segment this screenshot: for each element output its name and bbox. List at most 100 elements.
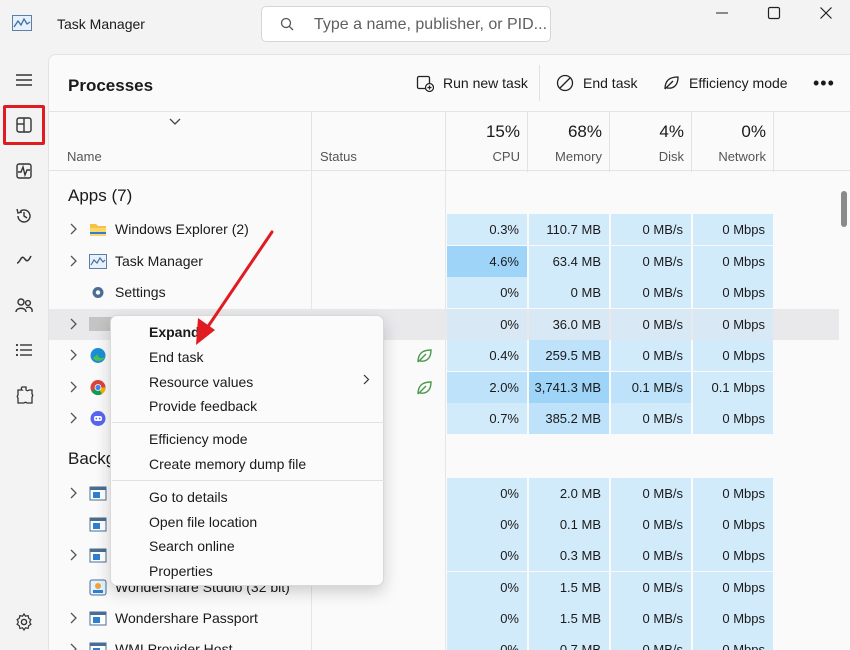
settings-icon bbox=[16, 612, 32, 632]
menu-item-properties[interactable]: Properties bbox=[149, 563, 213, 579]
memory-cell: 63.4 MB bbox=[529, 246, 609, 277]
menu-icon bbox=[16, 74, 32, 86]
table-row[interactable]: Windows Explorer (2) 0.3% 110.7 MB 0 MB/… bbox=[49, 214, 839, 245]
chevron-right-icon[interactable] bbox=[70, 412, 78, 424]
task-manager-icon bbox=[89, 254, 107, 269]
end-task-label: End task bbox=[583, 75, 638, 91]
chevron-right-icon[interactable] bbox=[70, 318, 78, 330]
gear-icon bbox=[92, 287, 104, 298]
processes-icon bbox=[16, 117, 32, 133]
column-header-disk[interactable]: Disk bbox=[611, 149, 684, 164]
discord-icon bbox=[90, 411, 106, 426]
window-icon bbox=[89, 611, 107, 626]
search-icon bbox=[280, 17, 294, 31]
table-row[interactable]: Settings 0% 0 MB 0 MB/s 0 Mbps bbox=[49, 277, 839, 308]
minimize-button[interactable] bbox=[702, 2, 742, 24]
disk-cell: 0.1 MB/s bbox=[611, 372, 691, 403]
sidebar-item-settings[interactable] bbox=[3, 602, 45, 642]
more-options-button[interactable]: ••• bbox=[813, 73, 835, 94]
sidebar-item-services[interactable] bbox=[3, 375, 45, 415]
details-icon bbox=[15, 343, 32, 357]
menu-item-end-task[interactable]: End task bbox=[149, 349, 203, 365]
disk-cell: 0 MB/s bbox=[611, 572, 691, 603]
menu-item-resource-values[interactable]: Resource values bbox=[149, 374, 253, 390]
maximize-button[interactable] bbox=[754, 2, 794, 24]
table-row[interactable]: Task Manager 4.6% 63.4 MB 0 MB/s 0 Mbps bbox=[49, 246, 839, 277]
network-cell: 0 Mbps bbox=[693, 214, 773, 245]
page-title: Processes bbox=[68, 76, 154, 95]
chevron-right-icon[interactable] bbox=[70, 223, 78, 235]
column-header-status[interactable]: Status bbox=[320, 149, 357, 164]
sidebar-item-details[interactable] bbox=[3, 330, 45, 370]
chevron-right-icon[interactable] bbox=[70, 612, 78, 624]
disk-cell: 0 MB/s bbox=[611, 403, 691, 434]
memory-cell: 385.2 MB bbox=[529, 403, 609, 434]
disk-cell: 0 MB/s bbox=[611, 509, 691, 540]
sidebar-item-performance[interactable] bbox=[3, 151, 45, 191]
menu-divider bbox=[112, 422, 384, 423]
efficiency-mode-button[interactable]: Efficiency mode bbox=[662, 71, 788, 95]
group-header-background[interactable]: Backg bbox=[68, 449, 115, 469]
cpu-cell: 0% bbox=[447, 540, 527, 571]
memory-percent: 68% bbox=[567, 122, 602, 141]
close-button[interactable] bbox=[806, 2, 846, 24]
cpu-cell: 0% bbox=[447, 572, 527, 603]
memory-cell: 36.0 MB bbox=[529, 309, 609, 340]
process-name: WMI Provider Host bbox=[115, 641, 233, 650]
memory-cell: 0.1 MB bbox=[529, 509, 609, 540]
column-header-cpu[interactable]: CPU bbox=[447, 149, 520, 164]
cpu-cell: 0% bbox=[447, 634, 527, 650]
column-header-network[interactable]: Network bbox=[693, 149, 766, 164]
table-row[interactable]: WMI Provider Host 0% 0.7 MB 0 MB/s 0 Mbp… bbox=[49, 634, 839, 650]
app-history-icon bbox=[16, 208, 31, 223]
process-name: Windows Explorer (2) bbox=[115, 221, 249, 237]
menu-item-open-file-location[interactable]: Open file location bbox=[149, 514, 257, 530]
process-name: Wondershare Passport bbox=[115, 610, 258, 626]
startup-apps-icon bbox=[16, 255, 32, 264]
chevron-down-icon[interactable] bbox=[169, 118, 181, 126]
close-icon bbox=[820, 7, 832, 19]
menu-item-create-dump[interactable]: Create memory dump file bbox=[149, 456, 306, 472]
chevron-right-icon[interactable] bbox=[70, 643, 78, 650]
chevron-right-icon[interactable] bbox=[70, 255, 78, 267]
cpu-cell: 0.4% bbox=[447, 340, 527, 371]
menu-item-efficiency-mode[interactable]: Efficiency mode bbox=[149, 431, 248, 447]
sidebar-item-startup-apps[interactable] bbox=[3, 240, 45, 280]
search-placeholder: Type a name, publisher, or PID... bbox=[314, 16, 548, 33]
maximize-icon bbox=[767, 6, 781, 20]
performance-icon bbox=[16, 163, 32, 179]
chevron-right-icon[interactable] bbox=[70, 487, 78, 499]
memory-cell: 1.5 MB bbox=[529, 572, 609, 603]
sidebar-item-processes[interactable] bbox=[3, 105, 45, 145]
menu-item-go-to-details[interactable]: Go to details bbox=[149, 489, 228, 505]
network-cell: 0 Mbps bbox=[693, 509, 773, 540]
menu-item-search-online[interactable]: Search online bbox=[149, 538, 235, 554]
network-cell: 0 Mbps bbox=[693, 277, 773, 308]
context-menu: Expand End task Resource values Provide … bbox=[110, 315, 384, 586]
process-name: Settings bbox=[115, 284, 166, 300]
table-row[interactable]: Wondershare Passport 0% 1.5 MB 0 MB/s 0 … bbox=[49, 603, 839, 634]
sidebar-item-app-history[interactable] bbox=[3, 196, 45, 236]
chevron-right-icon[interactable] bbox=[70, 381, 78, 393]
end-task-button[interactable]: End task bbox=[556, 71, 637, 95]
search-input[interactable]: Type a name, publisher, or PID... bbox=[261, 6, 551, 42]
chevron-right-icon[interactable] bbox=[70, 349, 78, 361]
chevron-right-icon[interactable] bbox=[70, 549, 78, 561]
run-new-task-label: Run new task bbox=[443, 75, 528, 91]
run-new-task-button[interactable]: Run new task bbox=[416, 71, 528, 95]
wondershare-icon bbox=[89, 579, 107, 596]
disk-cell: 0 MB/s bbox=[611, 478, 691, 509]
menu-item-provide-feedback[interactable]: Provide feedback bbox=[149, 398, 257, 414]
window-title: Task Manager bbox=[57, 16, 145, 32]
scrollbar-thumb[interactable] bbox=[841, 191, 847, 227]
cpu-cell: 4.6% bbox=[447, 246, 527, 277]
sidebar-menu-toggle[interactable] bbox=[3, 60, 45, 100]
toolbar-divider bbox=[539, 65, 540, 101]
menu-item-expand[interactable]: Expand bbox=[149, 324, 200, 340]
network-cell: 0 Mbps bbox=[693, 246, 773, 277]
column-header-memory[interactable]: Memory bbox=[529, 149, 602, 164]
run-new-task-icon bbox=[416, 75, 434, 92]
group-header-apps[interactable]: Apps (7) bbox=[68, 186, 132, 206]
sidebar-item-users[interactable] bbox=[3, 285, 45, 325]
column-header-name[interactable]: Name bbox=[67, 149, 102, 164]
